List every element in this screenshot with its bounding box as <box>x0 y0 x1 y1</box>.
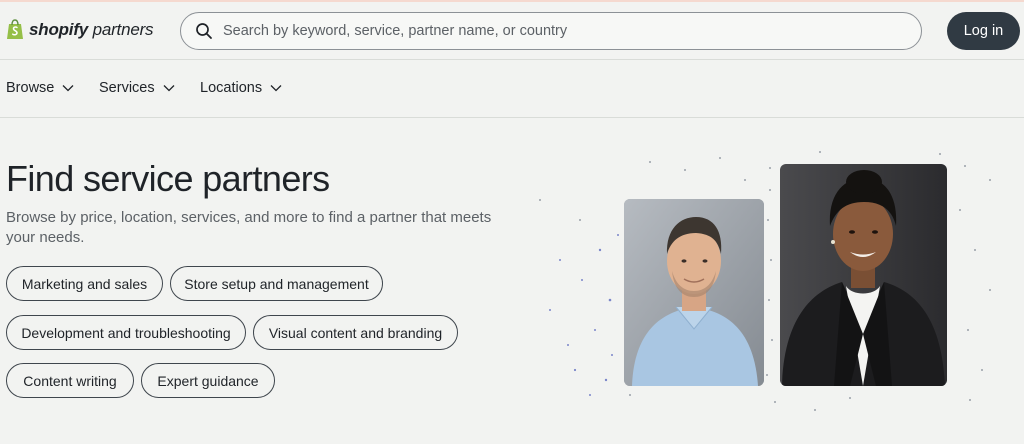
nav-browse[interactable]: Browse <box>6 80 74 96</box>
search-input[interactable] <box>223 23 903 39</box>
category-store-setup[interactable]: Store setup and management <box>170 266 383 301</box>
nav-locations[interactable]: Locations <box>200 80 282 96</box>
header: shopify partners Log in <box>0 2 1024 60</box>
page-subtitle: Browse by price, location, services, and… <box>6 209 492 246</box>
search-icon <box>196 23 212 39</box>
decorative-dots <box>539 151 991 411</box>
chevron-down-icon <box>270 85 282 92</box>
search-bar[interactable] <box>180 12 922 50</box>
category-development[interactable]: Development and troubleshooting <box>6 315 246 350</box>
logo-text: shopify partners <box>29 19 154 39</box>
chevron-down-icon <box>62 85 74 92</box>
category-visual-content[interactable]: Visual content and branding <box>253 315 458 350</box>
page-title: Find service partners <box>6 158 330 199</box>
login-button[interactable]: Log in <box>947 12 1020 50</box>
shopify-partners-logo[interactable]: shopify partners <box>6 19 154 40</box>
nav-locations-label: Locations <box>200 80 263 96</box>
nav-browse-label: Browse <box>6 80 55 96</box>
nav-bar: Browse Services Locations <box>0 61 1024 118</box>
nav-services[interactable]: Services <box>99 80 175 96</box>
chevron-down-icon <box>163 85 175 92</box>
partner-photo-woman <box>780 164 947 386</box>
partner-photo-man <box>624 199 764 386</box>
nav-services-label: Services <box>99 80 155 96</box>
category-marketing-and-sales[interactable]: Marketing and sales <box>6 266 163 301</box>
category-content-writing[interactable]: Content writing <box>6 363 134 398</box>
shopify-bag-icon <box>7 19 23 39</box>
category-expert-guidance[interactable]: Expert guidance <box>141 363 275 398</box>
